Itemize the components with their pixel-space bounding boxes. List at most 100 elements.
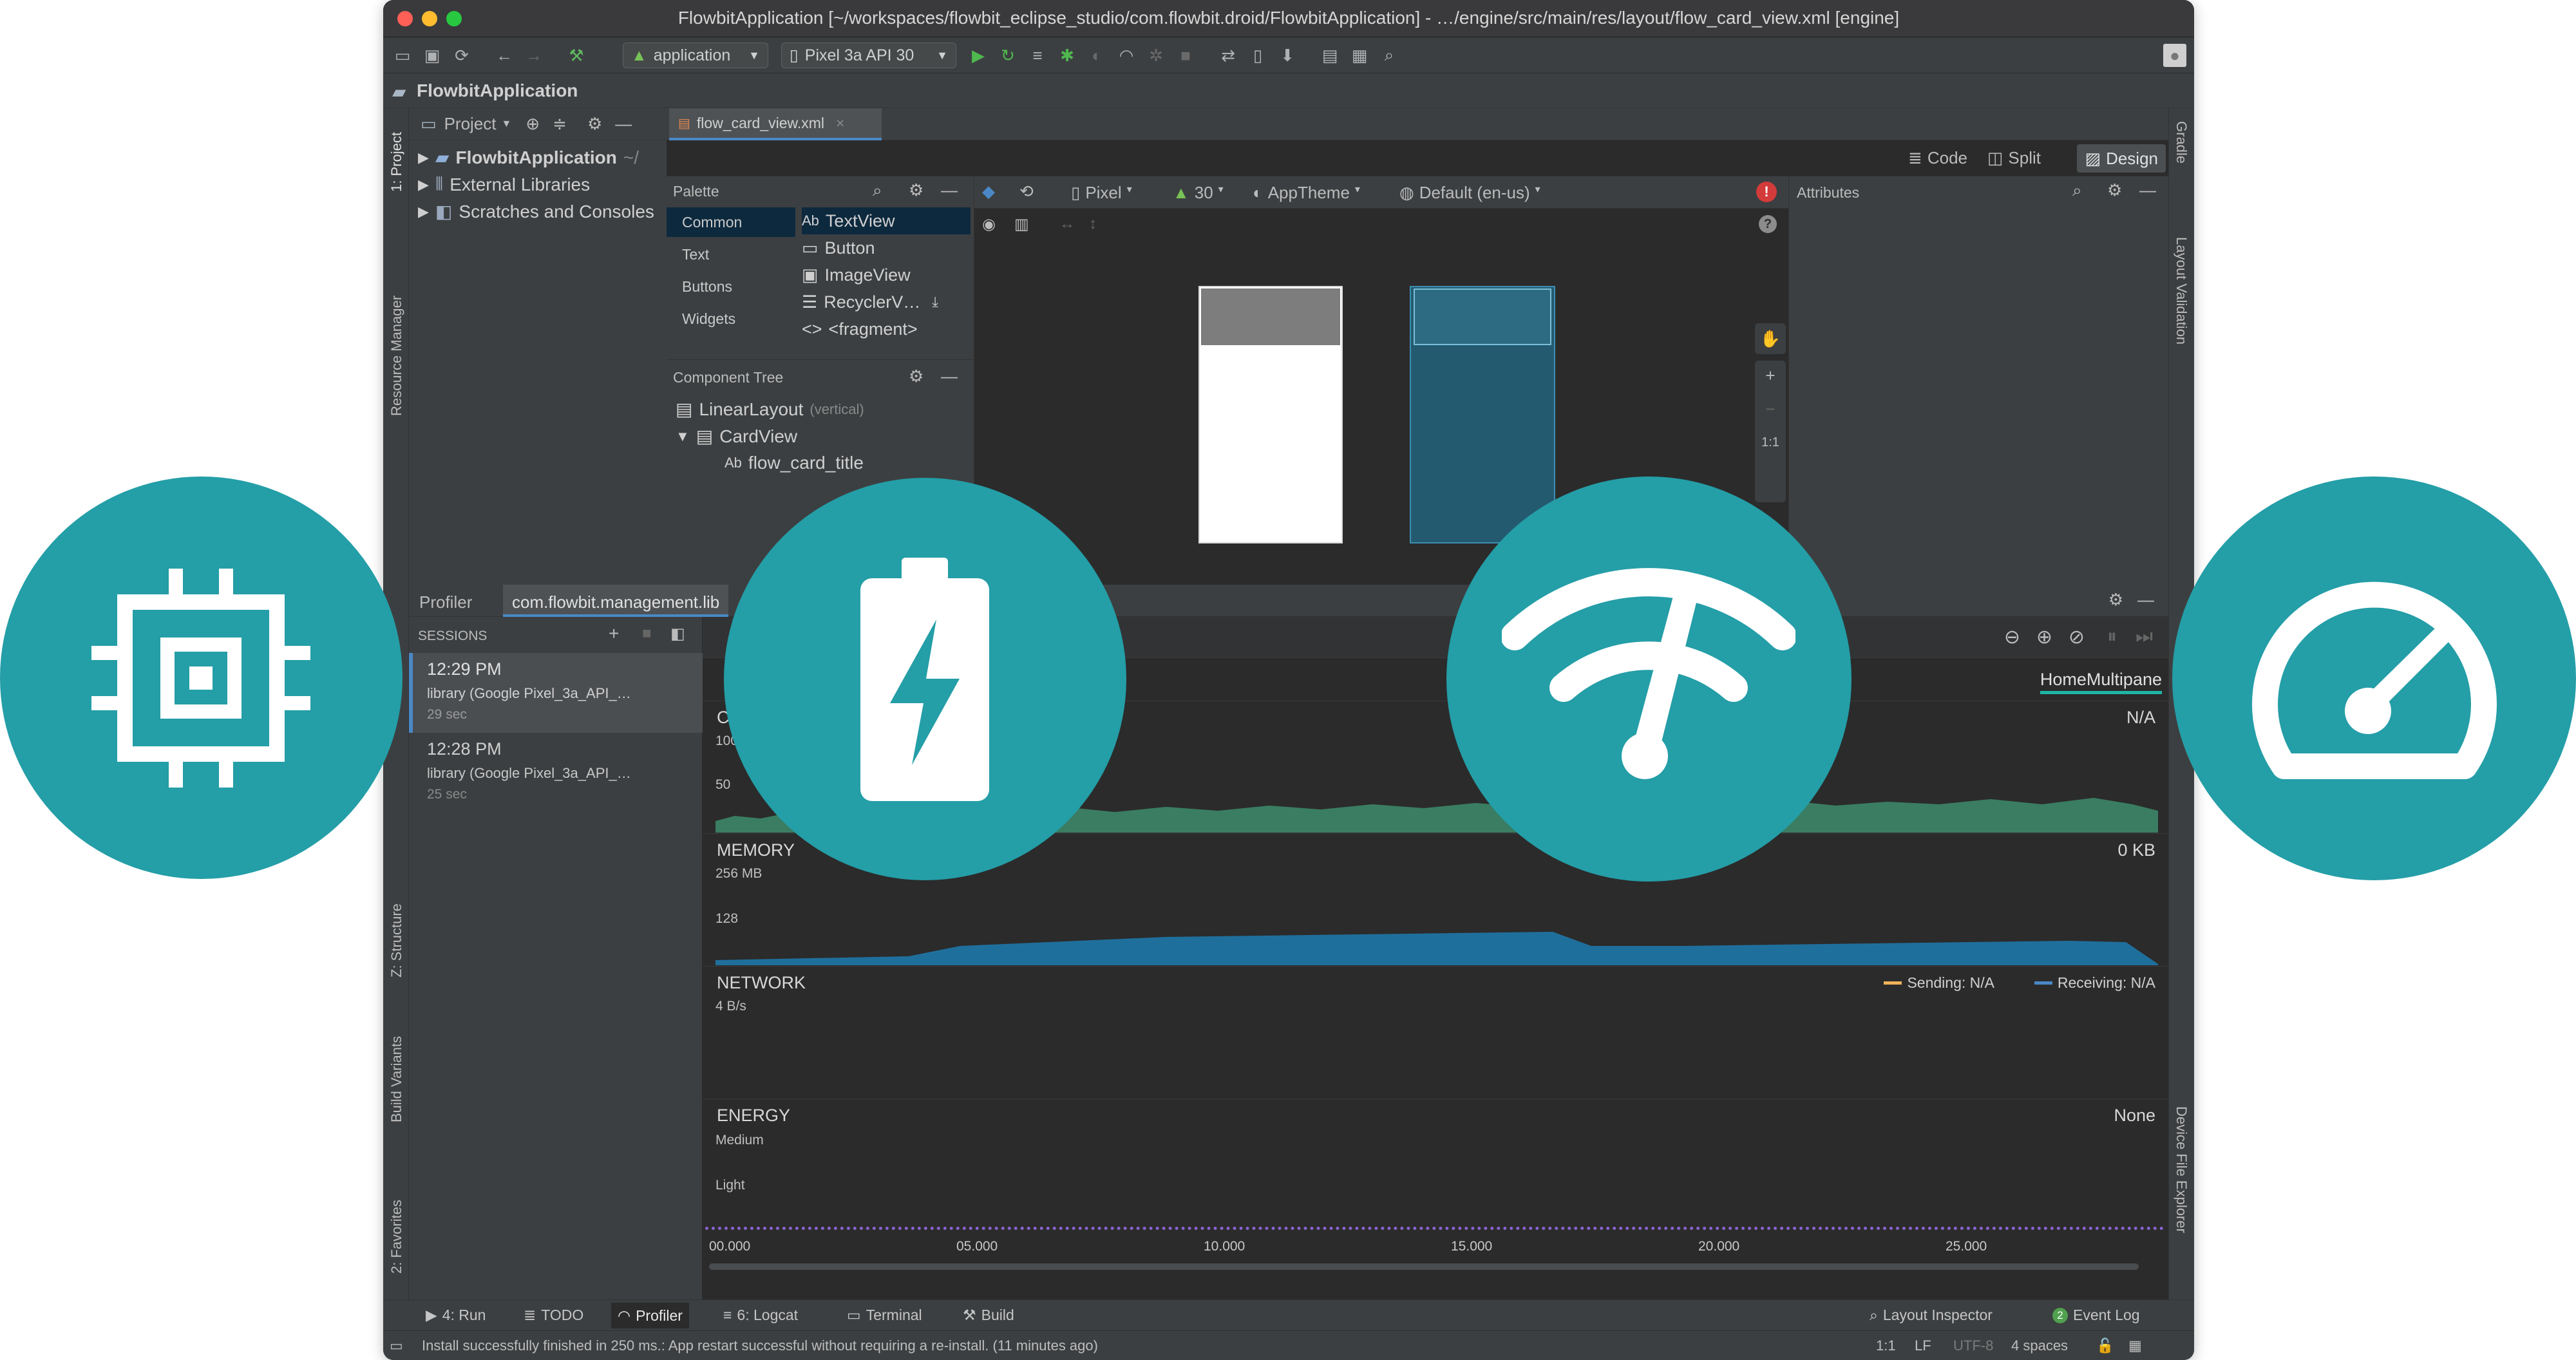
build-tool-tab[interactable]: ⚒ Build bbox=[963, 1307, 1014, 1324]
open-folder-icon[interactable]: ▭ bbox=[391, 44, 414, 67]
run-tool-tab[interactable]: ▶ 4: Run bbox=[426, 1307, 486, 1324]
account-icon[interactable]: ● bbox=[2163, 44, 2186, 67]
back-icon[interactable]: ← bbox=[493, 44, 516, 67]
session-item[interactable]: 12:29 PM library (Google Pixel_3a_API_… … bbox=[409, 653, 703, 733]
profiler-tool-tab[interactable]: ◠ Profiler bbox=[611, 1303, 689, 1328]
code-mode-button[interactable]: ≣ Code bbox=[1908, 148, 1967, 168]
debug-icon[interactable]: ✱ bbox=[1056, 44, 1079, 67]
device-file-explorer-tab[interactable]: Device File Explorer bbox=[2173, 1106, 2190, 1233]
zoom-out-icon[interactable]: − bbox=[1755, 399, 1786, 419]
hide-panel-icon[interactable]: — bbox=[941, 180, 958, 200]
add-session-icon[interactable]: + bbox=[609, 623, 619, 644]
palette-item-button[interactable]: ▭ Button bbox=[802, 234, 875, 261]
horizontal-resize-icon[interactable]: ↔ bbox=[1059, 215, 1075, 233]
project-view-select[interactable]: Project bbox=[444, 114, 497, 134]
design-preview[interactable] bbox=[1198, 286, 1343, 543]
session-item[interactable]: 12:28 PM library (Google Pixel_3a_API_… … bbox=[409, 733, 703, 813]
layout-inspector-icon[interactable]: ▦ bbox=[1348, 44, 1371, 67]
zoom-out-icon[interactable]: ⊖ bbox=[2004, 626, 2020, 648]
blueprint-preview[interactable] bbox=[1410, 286, 1555, 543]
component-linearlayout[interactable]: ▤ LinearLayout (vertical) bbox=[676, 399, 864, 420]
todo-tool-tab[interactable]: ≣ TODO bbox=[524, 1307, 583, 1324]
locale-select[interactable]: ◍ Default (en-us) ▾ bbox=[1399, 183, 1540, 203]
avd-manager-icon[interactable]: ▯ bbox=[1246, 44, 1269, 67]
gradle-sync-icon[interactable]: ⇄ bbox=[1217, 44, 1240, 67]
settings-gear-icon[interactable]: ⚙ bbox=[909, 180, 923, 200]
hide-panel-icon[interactable]: — bbox=[2137, 590, 2154, 610]
sdk-manager-icon[interactable]: ⬇ bbox=[1276, 44, 1299, 67]
breadcrumb-project[interactable]: FlowbitApplication bbox=[417, 80, 578, 101]
component-cardview[interactable]: ▼ ▤ CardView bbox=[676, 426, 797, 447]
split-mode-button[interactable]: ◫ Split bbox=[1987, 148, 2041, 168]
forward-icon[interactable]: → bbox=[522, 44, 545, 67]
event-log-tool-tab[interactable]: 2 Event Log bbox=[2052, 1307, 2140, 1324]
locate-icon[interactable]: ⊕ bbox=[526, 114, 540, 134]
timeline-scrollbar[interactable] bbox=[709, 1263, 2139, 1270]
eye-icon[interactable]: ◉ bbox=[982, 215, 996, 234]
palette-item-fragment[interactable]: <> <fragment> bbox=[802, 316, 918, 343]
help-icon[interactable]: ? bbox=[1759, 215, 1777, 233]
status-message[interactable]: Install successfully finished in 250 ms.… bbox=[422, 1337, 1098, 1354]
apply-code-changes-icon[interactable]: ≡ bbox=[1026, 44, 1049, 67]
palette-category-widgets[interactable]: Widgets bbox=[667, 304, 795, 334]
design-device-select[interactable]: ▯ Pixel ▾ bbox=[1071, 183, 1132, 203]
coverage-icon[interactable]: ✲ bbox=[1144, 44, 1168, 67]
logcat-tool-tab[interactable]: ≡ 6: Logcat bbox=[723, 1307, 798, 1324]
orientation-icon[interactable]: ⟲ bbox=[1019, 182, 1034, 202]
palette-item-imageview[interactable]: ▣ ImageView bbox=[802, 261, 911, 288]
blueprint-icon[interactable]: ▥ bbox=[1014, 215, 1029, 234]
zoom-in-icon[interactable]: + bbox=[1755, 366, 1786, 386]
tab-flow-card-view[interactable]: ▤ flow_card_view.xml × bbox=[669, 108, 882, 140]
resource-manager-tab[interactable]: Resource Manager bbox=[388, 296, 405, 416]
settings-gear-icon[interactable]: ⚙ bbox=[2108, 590, 2123, 610]
line-separator[interactable]: LF bbox=[1915, 1337, 1931, 1354]
palette-category-buttons[interactable]: Buttons bbox=[667, 272, 795, 301]
structure-tab[interactable]: Z: Structure bbox=[388, 903, 405, 978]
build-hammer-icon[interactable]: ⚒ bbox=[565, 44, 588, 67]
palette-item-textview[interactable]: Ab TextView bbox=[802, 207, 971, 234]
run-icon[interactable]: ▶ bbox=[967, 44, 990, 67]
lock-icon[interactable]: 🔓 bbox=[2096, 1337, 2114, 1354]
device-select[interactable]: ▯ Pixel 3a API 30 ▼ bbox=[781, 42, 956, 68]
caret-position[interactable]: 1:1 bbox=[1876, 1337, 1896, 1354]
settings-gear-icon[interactable]: ⚙ bbox=[587, 114, 602, 134]
sync-icon[interactable]: ⟳ bbox=[450, 44, 473, 67]
save-icon[interactable]: ▣ bbox=[421, 44, 444, 67]
download-icon[interactable]: ⤓ bbox=[932, 294, 938, 310]
file-encoding[interactable]: UTF-8 bbox=[1953, 1337, 1993, 1354]
stop-icon[interactable]: ■ bbox=[1174, 44, 1197, 67]
settings-gear-icon[interactable]: ⚙ bbox=[909, 366, 923, 386]
palette-item-recyclerview[interactable]: ☰ RecyclerV… ⤓ bbox=[802, 288, 938, 316]
zoom-actual-size[interactable]: 1:1 bbox=[1755, 435, 1786, 450]
memory-indicator-icon[interactable]: ▦ bbox=[2128, 1337, 2142, 1354]
api-level-select[interactable]: ▲ 30 ▾ bbox=[1173, 183, 1224, 203]
terminal-tool-tab[interactable]: ▭ Terminal bbox=[847, 1307, 922, 1324]
design-mode-button[interactable]: ▨ Design bbox=[2077, 144, 2166, 173]
favorites-tab[interactable]: 2: Favorites bbox=[388, 1200, 405, 1274]
reset-zoom-icon[interactable]: ⊘ bbox=[2069, 626, 2085, 648]
search-icon[interactable]: ⌕ bbox=[2072, 180, 2082, 201]
stop-session-icon[interactable]: ■ bbox=[642, 625, 652, 643]
project-tool-tab[interactable]: 1: Project bbox=[388, 132, 405, 192]
layout-validation-tab[interactable]: Layout Validation bbox=[2173, 237, 2190, 345]
tree-item-scratches[interactable]: ▶ ◧ Scratches and Consoles bbox=[418, 201, 654, 222]
collapse-all-icon[interactable]: ≑ bbox=[553, 114, 567, 134]
tree-item-external-libraries[interactable]: ▶ ⦀ External Libraries bbox=[418, 174, 590, 195]
energy-monitor[interactable]: ENERGY None Medium Light bbox=[703, 1099, 2168, 1231]
search-icon[interactable]: ⌕ bbox=[873, 180, 882, 201]
attach-debugger-icon[interactable]: ◐ bbox=[1085, 44, 1108, 67]
zoom-in-icon[interactable]: ⊕ bbox=[2036, 626, 2052, 648]
project-structure-icon[interactable]: ▤ bbox=[1318, 44, 1341, 67]
build-variants-tab[interactable]: Build Variants bbox=[388, 1036, 405, 1122]
profile-icon[interactable]: ◠ bbox=[1115, 44, 1138, 67]
gradle-tab[interactable]: Gradle bbox=[2173, 121, 2190, 164]
close-icon[interactable]: × bbox=[836, 115, 844, 132]
theme-select[interactable]: ◐ AppTheme ▾ bbox=[1253, 183, 1360, 203]
apply-changes-icon[interactable]: ↻ bbox=[996, 44, 1019, 67]
network-monitor[interactable]: NETWORK 4 B/s Sending: N/A Receiving: N/… bbox=[703, 966, 2168, 1099]
hide-panel-icon[interactable]: — bbox=[2139, 180, 2156, 200]
settings-gear-icon[interactable]: ⚙ bbox=[2107, 180, 2122, 200]
search-icon[interactable]: ⌕ bbox=[1378, 44, 1401, 67]
error-icon[interactable]: ! bbox=[1756, 182, 1777, 202]
status-toggle-icon[interactable]: ▭ bbox=[390, 1337, 403, 1354]
